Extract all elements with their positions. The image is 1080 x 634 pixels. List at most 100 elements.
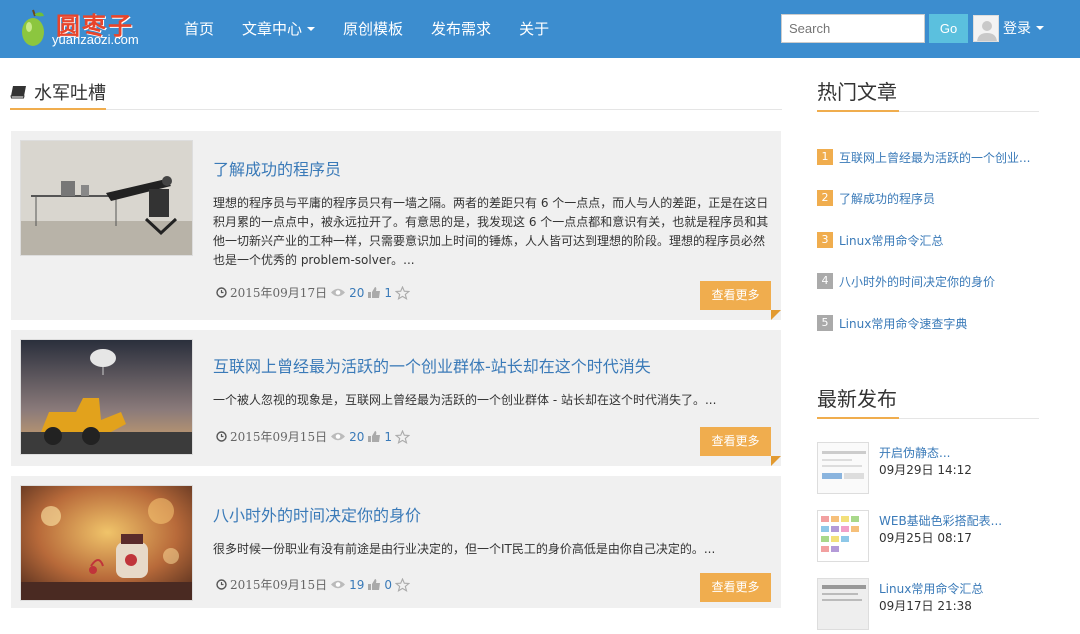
rank-badge: 2 [817,190,833,206]
star-icon[interactable] [395,429,411,444]
new-post-thumbnail [817,510,869,562]
article-thumbnail[interactable] [20,140,193,256]
clock-icon [216,431,227,442]
article-thumbnail[interactable] [20,485,193,601]
thumbs-up-icon[interactable] [367,578,381,591]
thumbnail-image [818,511,868,561]
thumbnail-image [818,443,868,493]
nav-articles[interactable]: 文章中心 [228,0,329,58]
article-title[interactable]: 互联网上曾经最为活跃的一个创业群体-站长却在这个时代消失 [213,353,651,377]
login-label: 登录 [1003,21,1031,37]
eye-icon [331,580,346,589]
hot-article-title: Linux常用命令汇总 [839,233,944,248]
new-posts-header: 最新发布 [817,365,1039,419]
ribbon-tail [771,310,781,320]
new-post-title: WEB基础色彩搭配表... [879,514,1003,528]
avatar[interactable] [973,15,999,42]
hot-article-title: 了解成功的程序员 [839,191,936,206]
nav-home-label: 首页 [184,20,215,38]
hot-article-item[interactable]: 2 了解成功的程序员 [817,189,1039,207]
thumbs-up-icon[interactable] [367,430,381,443]
new-post-date: 09月17日 21:38 [879,599,972,613]
thumbnail-image [21,340,192,454]
main-content: 水军吐槽 了解成功的程序员 理想的程序员与平庸的程序员只有一墙之隔。两者的差距只… [10,58,782,608]
hot-article-title: Linux常用命令速查字典 [839,316,968,331]
top-navbar: 圆枣子 yuanzaozi.com 首页 文章中心 原创模板 发布需求 关于 G… [0,0,1080,58]
nav-home[interactable]: 首页 [170,0,228,58]
star-icon[interactable] [395,285,411,300]
user-silhouette-icon [977,21,997,41]
thumbnail-image [21,486,192,600]
login-dropdown[interactable]: 登录 [1003,18,1044,38]
new-post-thumbnail [817,442,869,494]
book-icon [10,86,26,99]
hot-article-item[interactable]: 1 互联网上曾经最为活跃的一个创业... [817,148,1039,166]
article-card: 互联网上曾经最为活跃的一个创业群体-站长却在这个时代消失 一个被人忽视的现象是，… [11,330,781,466]
article-excerpt: 理想的程序员与平庸的程序员只有一墙之隔。两者的差距只有 6 个一点点，而人与人的… [213,196,769,267]
new-posts-title: 最新发布 [817,383,899,419]
eye-icon [331,432,346,441]
view-count: 19 [349,577,365,592]
new-post-title: 开启伪静态... [879,446,951,460]
rank-badge: 5 [817,315,833,331]
thumbnail-image [818,579,868,629]
hot-article-title: 互联网上曾经最为活跃的一个创业... [839,150,1031,165]
nav-templates-label: 原创模板 [343,20,404,38]
thumbs-up-icon[interactable] [367,286,381,299]
search-button[interactable]: Go [929,14,968,43]
read-more-button[interactable]: 查看更多 [700,281,771,310]
article-date: 2015年09月15日 [230,430,328,444]
thumbnail-image [21,141,192,255]
nav-about[interactable]: 关于 [505,0,563,58]
hot-article-item[interactable]: 4 八小时外的时间决定你的身价 [817,272,1039,290]
chevron-down-icon [307,27,316,31]
section-header: 水军吐槽 [10,68,782,110]
new-post-item[interactable]: WEB基础色彩搭配表... 09月25日 08:17 [817,510,1039,566]
search-input[interactable] [781,14,925,43]
nav-templates[interactable]: 原创模板 [329,0,417,58]
new-post-title: Linux常用命令汇总 [879,582,984,596]
read-more-button[interactable]: 查看更多 [700,573,771,602]
eye-icon [331,288,346,297]
article-title[interactable]: 八小时外的时间决定你的身价 [213,502,421,526]
article-date: 2015年09月15日 [230,578,328,592]
article-title[interactable]: 了解成功的程序员 [213,156,341,180]
ribbon-tail [771,456,781,466]
nav-requests-label: 发布需求 [431,20,492,38]
rank-badge: 3 [817,232,833,248]
article-meta: 2015年09月17日 20 1 [213,284,413,301]
article-excerpt: 很多时候一份职业有没有前途是由行业决定的，但一个IT民工的身价高低是由你自己决定… [213,542,716,556]
read-more-button[interactable]: 查看更多 [700,427,771,456]
star-icon[interactable] [395,577,411,592]
rank-badge: 4 [817,273,833,289]
site-logo[interactable]: 圆枣子 yuanzaozi.com [18,6,158,54]
nav-about-label: 关于 [519,20,550,38]
section-title-text: 水军吐槽 [34,83,106,104]
article-card: 八小时外的时间决定你的身价 很多时候一份职业有没有前途是由行业决定的，但一个IT… [11,476,781,608]
article-date: 2015年09月17日 [230,286,328,300]
like-count: 1 [384,429,393,444]
clock-icon [216,579,227,590]
section-title: 水军吐槽 [10,76,106,110]
article-thumbnail[interactable] [20,339,193,455]
hot-articles-title: 热门文章 [817,76,899,112]
hot-article-title: 八小时外的时间决定你的身价 [839,274,996,289]
article-excerpt: 一个被人忽视的现象是，互联网上曾经最为活跃的一个创业群体 - 站长却在这个时代消… [213,393,717,407]
clock-icon [216,287,227,298]
new-post-date: 09月25日 08:17 [879,531,972,545]
nav-requests[interactable]: 发布需求 [417,0,505,58]
article-card: 了解成功的程序员 理想的程序员与平庸的程序员只有一墙之隔。两者的差距只有 6 个… [11,131,781,320]
new-post-date: 09月29日 14:12 [879,463,972,477]
chevron-down-icon [1036,26,1044,30]
new-post-thumbnail [817,578,869,630]
logo-domain: yuanzaozi.com [52,32,139,47]
like-count: 1 [384,285,393,300]
hot-article-item[interactable]: 3 Linux常用命令汇总 [817,231,1039,249]
nav-articles-label: 文章中心 [242,20,303,38]
hot-article-item[interactable]: 5 Linux常用命令速查字典 [817,314,1039,332]
new-post-item[interactable]: 开启伪静态... 09月29日 14:12 [817,442,1039,498]
like-count: 0 [384,577,393,592]
sidebar: 热门文章 1 互联网上曾经最为活跃的一个创业... 2 了解成功的程序员 3 Linu… [817,58,1039,630]
new-post-item[interactable]: Linux常用命令汇总 09月17日 21:38 [817,578,1039,634]
article-meta: 2015年09月15日 20 1 [213,428,413,445]
